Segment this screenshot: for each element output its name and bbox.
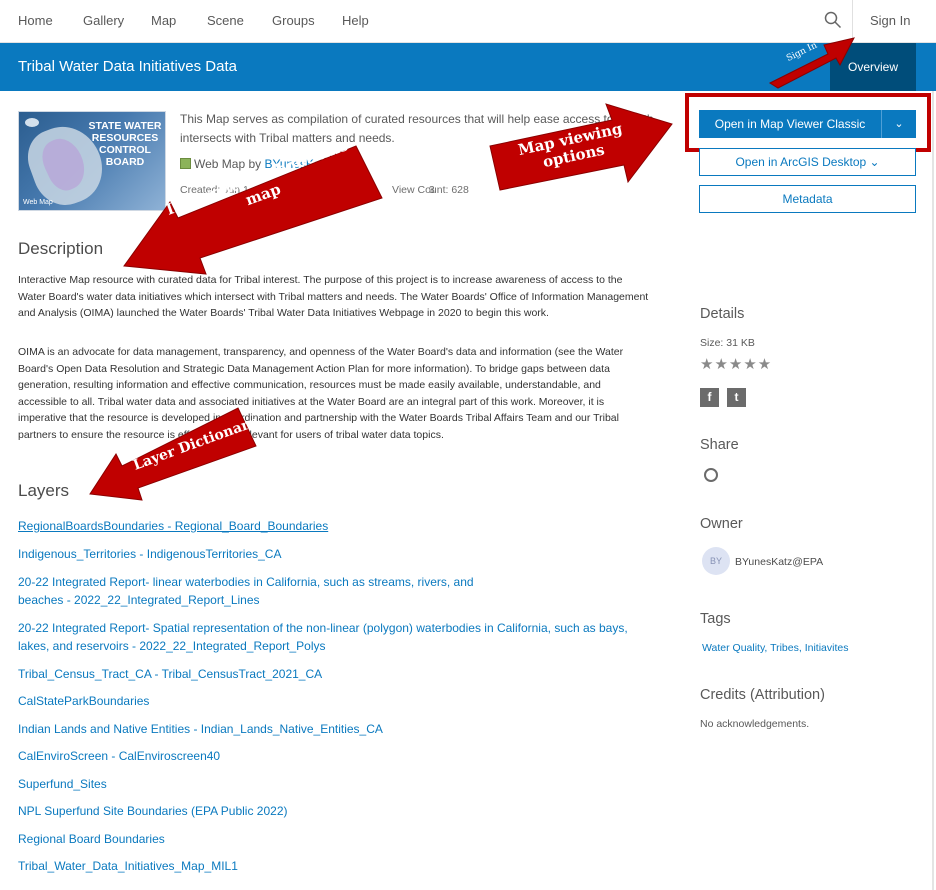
layer-link[interactable]: Indian Lands and Native Entities - India… — [18, 720, 658, 738]
layer-link[interactable]: Regional Board Boundaries — [18, 830, 658, 848]
tags-list[interactable]: Water Quality, Tribes, Initiavites — [702, 642, 848, 654]
description-heading: Description — [18, 239, 104, 258]
nav-gallery[interactable]: Gallery — [83, 13, 124, 28]
sign-in-link[interactable]: Sign In — [870, 13, 910, 28]
owner-heading: Owner — [700, 516, 743, 532]
thumbnail-badge: Web Map — [23, 199, 53, 206]
nav-home[interactable]: Home — [18, 13, 53, 28]
annotation-arrow-signin — [768, 37, 855, 89]
layer-link[interactable]: Tribal_Census_Tract_CA - Tribal_CensusTr… — [18, 665, 658, 683]
layer-link[interactable]: NPL Superfund Site Boundaries (EPA Publi… — [18, 802, 658, 820]
layer-link[interactable]: 20-22 Integrated Report- linear waterbod… — [18, 573, 518, 609]
nav-map[interactable]: Map — [151, 13, 176, 28]
nav-groups[interactable]: Groups — [272, 13, 315, 28]
credits-text: No acknowledgements. — [700, 718, 810, 730]
layer-link[interactable]: Tribal_Water_Data_Initiatives_Map_MIL1 — [18, 857, 658, 875]
chevron-down-icon[interactable]: ⌄ — [881, 110, 916, 138]
metadata-button[interactable]: Metadata — [699, 185, 916, 213]
credits-heading: Credits (Attribution) — [700, 687, 825, 703]
twitter-icon[interactable]: t — [727, 388, 746, 407]
layer-link[interactable]: Superfund_Sites — [18, 775, 658, 793]
open-map-viewer-button[interactable]: Open in Map Viewer Classic — [699, 110, 881, 138]
details-heading: Details — [700, 306, 745, 322]
view-count: View Count: 628 — [392, 184, 469, 196]
layer-link[interactable]: RegionalBoardsBoundaries - Regional_Boar… — [18, 517, 658, 535]
nav-help[interactable]: Help — [342, 13, 369, 28]
item-size: Size: 31 KB — [700, 337, 755, 349]
layers-heading: Layers — [18, 481, 70, 500]
owner-name[interactable]: BYunesKatz@EPA — [735, 556, 823, 568]
description-paragraph: Interactive Map resource with curated da… — [18, 274, 649, 319]
share-heading: Share — [700, 437, 739, 453]
tags-heading: Tags — [700, 611, 731, 627]
open-arcgis-desktop-button[interactable]: Open in ArcGIS Desktop ⌄ — [699, 148, 916, 176]
facebook-icon[interactable]: f — [700, 388, 719, 407]
rating-stars[interactable]: ★★★★★ — [700, 355, 772, 373]
scrollbar-track[interactable] — [932, 91, 934, 890]
avatar[interactable]: BY — [702, 547, 730, 575]
layer-link[interactable]: CalStateParkBoundaries — [18, 692, 658, 710]
search-icon[interactable] — [824, 11, 842, 29]
layer-link[interactable]: 20-22 Integrated Report- Spatial represe… — [18, 619, 658, 655]
page-title: Tribal Water Data Initiatives Data — [18, 58, 237, 75]
layer-link[interactable]: Indigenous_Territories - IndigenousTerri… — [18, 545, 658, 563]
layer-link[interactable]: CalEnviroScreen - CalEnviroscreen40 — [18, 747, 658, 765]
share-link-icon[interactable] — [704, 468, 718, 482]
water-board-logo — [25, 118, 39, 127]
nav-scene[interactable]: Scene — [207, 13, 244, 28]
